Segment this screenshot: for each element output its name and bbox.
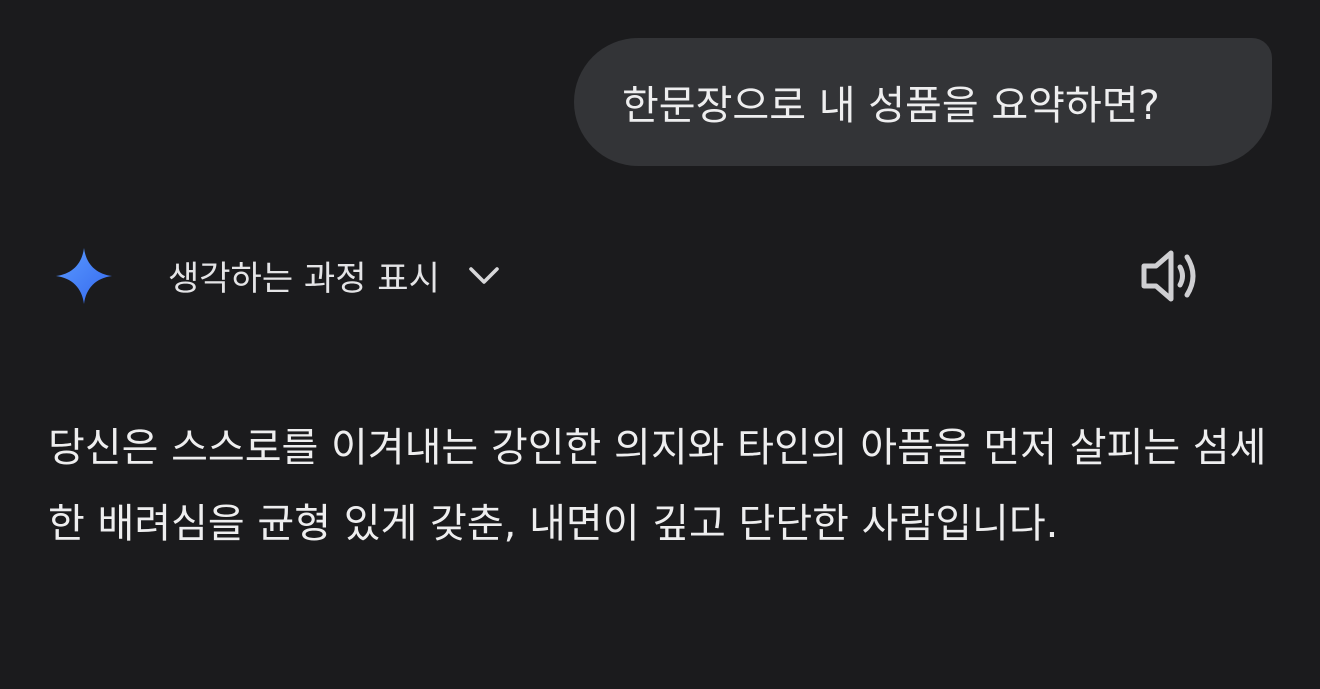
- sparkle-icon: [52, 244, 116, 308]
- response-header: 생각하는 과정 표시: [0, 236, 1320, 316]
- show-thinking-toggle[interactable]: 생각하는 과정 표시: [168, 250, 502, 300]
- chevron-down-icon: [466, 257, 502, 293]
- speaker-icon[interactable]: [1138, 246, 1202, 306]
- user-message-text: 한문장으로 내 성품을 요약하면?: [622, 83, 1160, 129]
- show-thinking-label: 생각하는 과정 표시: [168, 258, 440, 299]
- user-message-bubble: 한문장으로 내 성품을 요약하면?: [574, 38, 1272, 166]
- response-text: 당신은 스스로를 이겨내는 강인한 의지와 타인의 아픔을 먼저 살피는 섬세한…: [48, 425, 1267, 547]
